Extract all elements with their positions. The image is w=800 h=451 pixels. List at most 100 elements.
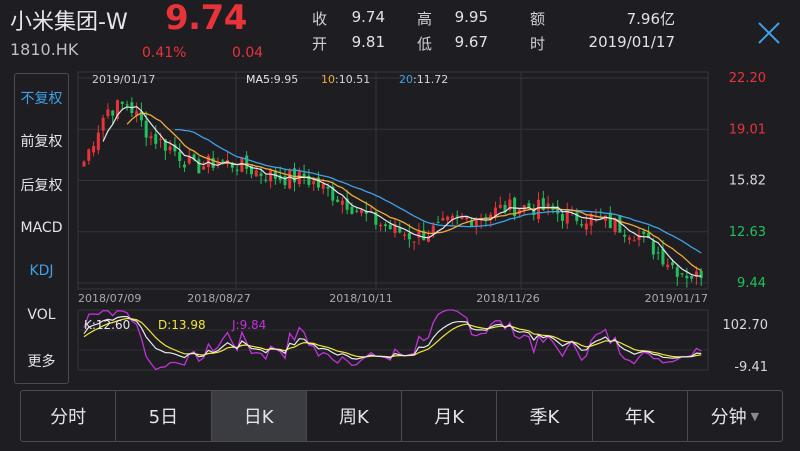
sidebar-item-no-adjust[interactable]: 不复权 — [15, 88, 68, 108]
candle-body — [642, 231, 646, 235]
candle-body — [498, 204, 502, 208]
sidebar-item-forward-adjust[interactable]: 前复权 — [15, 131, 68, 151]
candle-body — [149, 136, 153, 139]
close-button[interactable] — [752, 16, 786, 50]
stock-name: 小米集团-W — [10, 10, 128, 35]
sidebar-item-more[interactable]: 更多 — [15, 351, 68, 371]
candle-body — [96, 132, 100, 150]
candle-body — [537, 199, 541, 219]
candle-body — [336, 199, 340, 202]
low-label: 低 — [417, 35, 433, 53]
y-tick-label: 19.01 — [729, 122, 766, 137]
legend-date: 2019/01/17 — [92, 73, 155, 86]
chart-labels: 2019/01/17 MA5:9.95 10:10.51 20:11.72 22.20 1… — [78, 71, 768, 375]
candle-body — [398, 227, 402, 233]
y-tick-label: 15.82 — [729, 174, 766, 189]
candle-body — [125, 104, 129, 106]
high-value: 9.95 — [454, 8, 488, 26]
sidebar-item-kdj[interactable]: KDJ — [15, 263, 68, 279]
close-label: 收 — [312, 10, 328, 28]
open-value: 9.81 — [351, 33, 385, 51]
legend-ma-0: MA5:9.95 — [246, 73, 298, 86]
candle-body — [627, 237, 631, 240]
candle-body — [656, 252, 660, 254]
candle-body — [159, 138, 163, 140]
candle-body — [613, 219, 617, 233]
candle-body — [680, 273, 684, 275]
open-label: 开 — [312, 35, 328, 53]
candle-body — [407, 233, 411, 240]
candle-body — [120, 101, 124, 104]
tab-day-k[interactable]: 日K — [211, 391, 307, 441]
tab-quarter-k[interactable]: 季K — [497, 391, 593, 441]
candle-body — [202, 166, 206, 170]
candle-body — [666, 264, 670, 268]
tab-month-k[interactable]: 月K — [402, 391, 498, 441]
candle-body — [455, 215, 459, 217]
sidebar-item-vol[interactable]: VOL — [15, 307, 68, 323]
candle-body — [283, 176, 287, 186]
candle-body — [465, 217, 469, 220]
x-tick-label: 2018/11/26 — [476, 292, 539, 305]
high-label: 高 — [417, 10, 433, 28]
candle-body — [350, 206, 354, 214]
candle-body — [87, 149, 91, 161]
candle-body — [197, 159, 201, 174]
change-percent: 0.41% — [142, 45, 187, 61]
candle-body — [168, 146, 172, 151]
candle-body — [608, 212, 612, 229]
candle-body — [235, 169, 239, 171]
candle-body — [403, 234, 407, 236]
x-tick-label: 2018/08/27 — [187, 292, 250, 305]
candle-body — [254, 170, 258, 177]
candle-body — [312, 181, 316, 185]
candle-body — [355, 210, 359, 212]
close-icon — [758, 22, 780, 44]
candle-body — [446, 216, 450, 221]
kdj-y-bottom: -9.41 — [734, 360, 768, 375]
time-label: 时 — [530, 35, 546, 53]
candle-body — [699, 270, 703, 279]
candle-body — [661, 248, 665, 265]
candle-body — [288, 170, 292, 189]
candle-body — [383, 224, 387, 226]
ma20-line — [174, 128, 702, 254]
change-amount: 0.04 — [232, 45, 264, 61]
candle-body — [690, 276, 694, 279]
candle-body — [441, 218, 445, 221]
candle-body — [269, 170, 273, 182]
kdj-legend-k: K:12.60 — [84, 318, 130, 332]
tab-year-k[interactable]: 年K — [593, 391, 688, 441]
candle-body — [321, 183, 325, 189]
candle-body — [106, 109, 110, 117]
tab-week-k[interactable]: 周K — [307, 391, 402, 441]
y-tick-label: 22.20 — [729, 71, 766, 86]
tab-intraday[interactable]: 分时 — [21, 391, 117, 441]
candle-body — [82, 161, 86, 167]
candle-body — [546, 203, 550, 207]
sidebar-item-macd[interactable]: MACD — [15, 220, 68, 236]
candle-body — [584, 223, 588, 230]
candle-body — [580, 224, 584, 226]
kdj-legend-d: D:13.98 — [158, 318, 206, 332]
candle-body — [245, 155, 249, 169]
stock-code: 1810.HK — [10, 40, 79, 59]
kline-chart[interactable]: 2019/01/17 MA5:9.95 10:10.51 20:11.72 22.20 1… — [76, 70, 776, 385]
kdj-y-top: 102.70 — [723, 318, 769, 333]
amount-label: 额 — [530, 10, 546, 28]
ma-lines — [102, 106, 702, 277]
candle-body — [264, 179, 268, 181]
sidebar-item-backward-adjust[interactable]: 后复权 — [15, 175, 68, 195]
legend-ma-2: 20:11.72 — [399, 73, 448, 86]
time-value: 2019/01/17 — [588, 33, 675, 51]
tab-minute[interactable]: 分钟 ▼ — [688, 391, 782, 441]
amount-value: 7.96亿 — [626, 10, 675, 28]
y-tick-label: 12.63 — [729, 225, 766, 240]
tab-5day[interactable]: 5日 — [116, 391, 212, 441]
candle-body — [340, 200, 344, 205]
candle-body — [436, 221, 440, 223]
candle-body — [326, 187, 330, 189]
candle-body — [675, 267, 679, 277]
x-tick-label: 2018/07/09 — [78, 292, 141, 305]
candle-body — [379, 224, 383, 227]
